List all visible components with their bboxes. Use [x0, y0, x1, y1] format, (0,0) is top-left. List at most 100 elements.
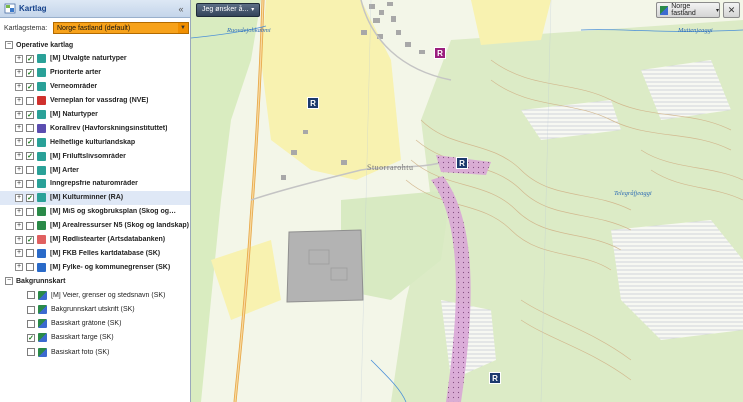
- area-resource-icon: [37, 221, 46, 231]
- layer-row[interactable]: + ✓ Helhetlige kulturlandskap: [0, 135, 190, 149]
- layer-checkbox[interactable]: ✓: [26, 110, 34, 119]
- map-database-icon: [37, 248, 46, 258]
- expand-icon[interactable]: +: [15, 221, 23, 230]
- collapse-icon[interactable]: −: [5, 277, 13, 286]
- background-layer-row[interactable]: Basiskart gråtone (SK): [0, 317, 190, 331]
- coral-icon: [37, 123, 46, 133]
- layer-row[interactable]: + ✓ [M] Friluftslivsområder: [0, 149, 190, 163]
- theme-select[interactable]: Norge fastland (default) ▼: [53, 22, 189, 34]
- expand-icon[interactable]: +: [15, 263, 23, 272]
- layer-row[interactable]: + [M] Fylke- og kommunegrenser (SK): [0, 260, 190, 274]
- background-layer-row[interactable]: Basiskart foto (SK): [0, 345, 190, 359]
- chevron-down-icon: ▼: [178, 23, 188, 33]
- background-layer-row[interactable]: ✓ Basiskart farge (SK): [0, 331, 190, 345]
- layer-row[interactable]: + ✓ Verneområder: [0, 80, 190, 94]
- layer-checkbox[interactable]: [26, 221, 34, 230]
- layer-checkbox[interactable]: [26, 166, 34, 175]
- layer-checkbox[interactable]: ✓: [26, 193, 34, 202]
- layer-row[interactable]: + [M] Arealressurser N5 (Skog og landskap…: [0, 219, 190, 233]
- forest-icon: [37, 207, 46, 217]
- theme-row: Kartlagstema: Norge fastland (default) ▼: [0, 18, 190, 38]
- expand-icon[interactable]: +: [15, 82, 23, 91]
- color-map-icon: [38, 333, 47, 343]
- heritage-marker[interactable]: R: [489, 372, 501, 384]
- layer-label: [M] Naturtyper: [50, 111, 98, 118]
- layer-checkbox[interactable]: [27, 291, 35, 300]
- map-canvas[interactable]: [191, 0, 743, 402]
- layer-label: [M] Fylke- og kommunegrenser (SK): [50, 263, 171, 271]
- expand-icon[interactable]: +: [15, 110, 23, 119]
- background-layer-row[interactable]: [M] Veier, grenser og stedsnavn (SK): [0, 288, 190, 302]
- layer-checkbox[interactable]: [26, 249, 34, 258]
- layer-label: [M] Arter: [50, 166, 79, 174]
- protected-area-icon: [37, 82, 46, 92]
- layer-checkbox[interactable]: [26, 124, 34, 133]
- layer-checkbox[interactable]: [26, 207, 34, 216]
- layer-row[interactable]: + Inngrepsfrie naturområder: [0, 177, 190, 191]
- expand-icon[interactable]: +: [15, 166, 23, 175]
- layer-row[interactable]: + ✓ [M] Rødlistearter (Artsdatabanken): [0, 233, 190, 247]
- place-label-telegrafjeaggi: Telegråfjeaggi: [614, 190, 652, 197]
- wrench-icon: ✕: [727, 5, 736, 15]
- group-label: Operative kartlag: [16, 41, 74, 49]
- map-view[interactable]: Ruovdejohkabmi Muttenjeaggi Stuorrarohtu…: [191, 0, 743, 402]
- layer-row[interactable]: + ✓ Prioriterte arter: [0, 66, 190, 80]
- layer-checkbox[interactable]: ✓: [27, 333, 35, 342]
- expand-icon[interactable]: +: [15, 207, 23, 216]
- layer-label: Basiskart foto (SK): [51, 348, 110, 356]
- layer-row[interactable]: + [M] MiS og skogbruksplan (Skog og…: [0, 205, 190, 219]
- tools-button[interactable]: ✕: [723, 2, 740, 18]
- layer-row[interactable]: + ✓ [M] Naturtyper: [0, 108, 190, 122]
- layer-checkbox[interactable]: [27, 305, 35, 314]
- background-layer-list: [M] Veier, grenser og stedsnavn (SK) Bakg…: [0, 288, 190, 359]
- expand-icon[interactable]: +: [15, 138, 23, 147]
- collapse-icon[interactable]: −: [5, 41, 13, 49]
- expand-icon[interactable]: +: [15, 235, 23, 244]
- group-background[interactable]: − Bakgrunnskart: [0, 274, 190, 288]
- layer-row[interactable]: + ✓ [M] Kulturminner (RA): [0, 190, 190, 205]
- place-label-stuorrarohtu: Stuorrarohtu: [367, 163, 414, 172]
- expand-icon[interactable]: +: [15, 54, 23, 63]
- goto-menu-label: Jeg ønsker å...: [202, 6, 249, 13]
- layer-checkbox[interactable]: [27, 348, 35, 357]
- layer-checkbox[interactable]: ✓: [26, 152, 34, 161]
- expand-icon[interactable]: +: [15, 179, 23, 188]
- expand-icon[interactable]: +: [15, 124, 23, 133]
- layer-checkbox[interactable]: ✓: [26, 138, 34, 147]
- goto-menu-button[interactable]: Jeg ønsker å... ▾: [196, 3, 261, 17]
- layer-label: [M] Veier, grenser og stedsnavn (SK): [51, 291, 166, 299]
- background-layer-row[interactable]: Bakgrunnskart utskrift (SK): [0, 302, 190, 316]
- layer-checkbox[interactable]: ✓: [26, 68, 34, 77]
- layer-row[interactable]: + ✓ [M] Utvalgte naturtyper: [0, 52, 190, 66]
- layer-row[interactable]: + [M] FKB Felles kartdatabase (SK): [0, 246, 190, 260]
- layer-checkbox[interactable]: ✓: [26, 54, 34, 63]
- heritage-marker[interactable]: R: [307, 97, 319, 109]
- layer-checkbox[interactable]: [26, 263, 34, 272]
- basemap-menu-button[interactable]: Norge fastland ▾: [656, 2, 720, 18]
- layer-checkbox[interactable]: [26, 96, 34, 105]
- layer-row[interactable]: + [M] Arter: [0, 163, 190, 177]
- place-label-ruovdejohka: Ruovdejohkabmi: [227, 27, 271, 34]
- layer-label: [M] Arealressurser N5 (Skog og landskap): [50, 222, 190, 230]
- layer-checkbox[interactable]: ✓: [26, 235, 34, 244]
- layer-row[interactable]: + Verneplan for vassdrag (NVE): [0, 94, 190, 108]
- group-operative[interactable]: − Operative kartlag: [0, 38, 190, 52]
- expand-icon[interactable]: +: [15, 96, 23, 105]
- heritage-marker[interactable]: R: [434, 47, 446, 59]
- expand-icon[interactable]: +: [15, 152, 23, 161]
- expand-icon[interactable]: +: [15, 193, 23, 202]
- expand-icon[interactable]: +: [15, 68, 23, 77]
- layer-checkbox[interactable]: [26, 179, 34, 188]
- heritage-marker[interactable]: R: [456, 157, 468, 169]
- redlist-icon: [37, 235, 46, 245]
- layer-row[interactable]: + Korallrev (Havforskningsinstituttet): [0, 121, 190, 135]
- basemap-icon: [660, 5, 669, 15]
- outdoor-icon: [37, 151, 46, 161]
- collapse-panel-button[interactable]: «: [174, 2, 188, 16]
- chevron-down-icon: ▾: [715, 7, 719, 14]
- expand-icon[interactable]: +: [15, 249, 23, 258]
- layer-checkbox[interactable]: [27, 319, 35, 328]
- photo-map-icon: [38, 347, 47, 357]
- layer-checkbox[interactable]: ✓: [26, 82, 34, 91]
- place-label-muttenjeaggi: Muttenjeaggi: [678, 27, 713, 34]
